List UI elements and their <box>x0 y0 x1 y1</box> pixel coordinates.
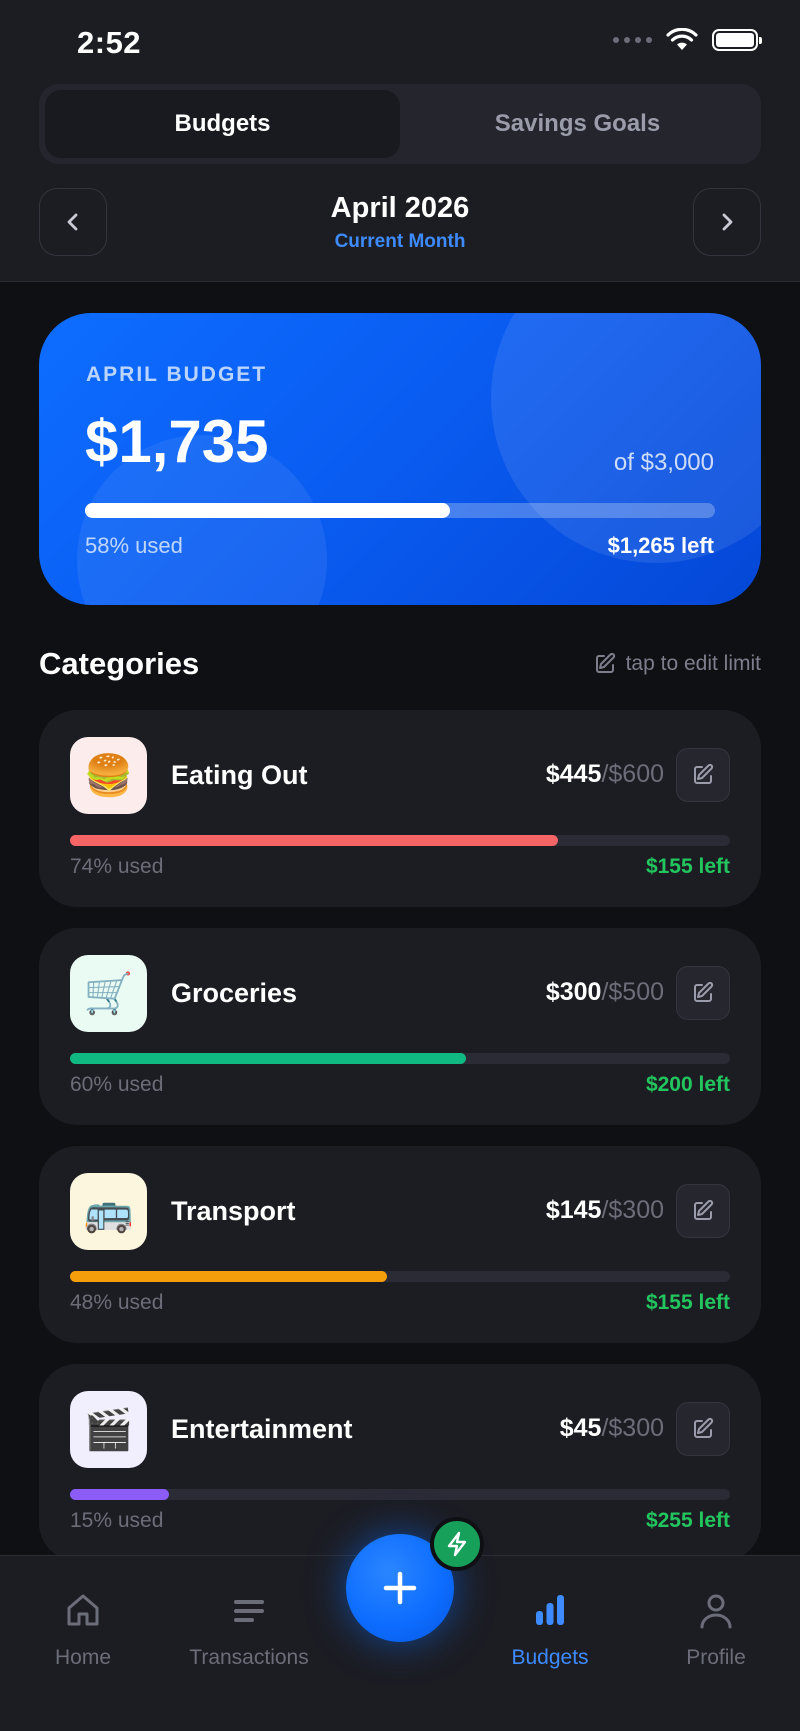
decor-circle <box>491 313 761 563</box>
header: 2:52 Budgets Savings Goals April 2026 Cu… <box>0 0 800 282</box>
budget-summary-card: APRIL BUDGET $1,735 of $3,000 58% used $… <box>39 313 761 605</box>
category-left-text: $155 left <box>645 855 730 878</box>
shopping-cart-icon: 🛒 <box>70 955 147 1032</box>
signal-icon <box>613 37 652 43</box>
wifi-icon <box>666 28 698 50</box>
budget-spent: $1,735 <box>85 408 269 475</box>
tab-profile[interactable]: Profile <box>636 1588 796 1670</box>
category-amount: $45/$300 <box>560 1414 664 1443</box>
category-used-text: 48% used <box>70 1291 164 1314</box>
burger-icon: 🍔 <box>70 737 147 814</box>
edit-limit-hint: tap to edit limit <box>593 652 761 676</box>
category-card-entertainment[interactable]: 🎬 Entertainment $45/$300 15% used $255 l… <box>39 1364 761 1561</box>
tab-savings-goals[interactable]: Savings Goals <box>400 90 755 158</box>
edit-limit-button[interactable] <box>676 1402 730 1456</box>
chevron-right-icon <box>722 213 733 231</box>
budget-used-text: 58% used <box>85 533 183 558</box>
categories-title: Categories <box>39 646 200 681</box>
category-name: Entertainment <box>171 1414 353 1444</box>
edit-icon <box>694 763 714 784</box>
category-spent: $300 <box>545 978 602 1006</box>
category-progress-track <box>70 1489 730 1500</box>
category-limit: /$300 <box>601 1196 664 1224</box>
category-progress-track <box>70 1053 730 1064</box>
budget-progress-fill <box>85 503 451 518</box>
category-left-text: $255 left <box>645 1509 730 1532</box>
tab-transactions[interactable]: Transactions <box>169 1588 329 1670</box>
category-progress-fill <box>70 1271 387 1282</box>
category-limit: /$500 <box>601 978 664 1006</box>
category-limit: /$300 <box>601 1414 664 1442</box>
battery-icon <box>712 29 762 51</box>
budget-progress-track <box>85 503 715 518</box>
user-icon <box>700 1594 732 1629</box>
category-used-text: 15% used <box>70 1509 164 1532</box>
category-progress-track <box>70 1271 730 1282</box>
category-amount: $445/$600 <box>546 760 664 789</box>
month-subtitle: Current Month <box>334 231 466 252</box>
category-amount: $300/$500 <box>546 978 664 1007</box>
tab-label: Home <box>54 1646 112 1669</box>
category-used-text: 74% used <box>70 855 164 878</box>
budget-label: APRIL BUDGET <box>86 363 268 386</box>
status-icons <box>613 28 762 52</box>
category-card-groceries[interactable]: 🛒 Groceries $300/$500 60% used $200 left <box>39 928 761 1125</box>
category-name: Groceries <box>171 978 298 1008</box>
tab-label: Profile <box>686 1646 746 1669</box>
category-progress-track <box>70 835 730 846</box>
tab-budgets[interactable]: Budgets <box>470 1588 630 1670</box>
budget-left-text: $1,265 left <box>607 533 714 558</box>
category-card-eating-out[interactable]: 🍔 Eating Out $445/$600 74% used $155 lef… <box>39 710 761 907</box>
category-name: Eating Out <box>171 760 308 790</box>
edit-limit-hint-text: tap to edit limit <box>625 652 761 675</box>
status-time: 2:52 <box>77 25 142 60</box>
category-progress-fill <box>70 1489 169 1500</box>
bar-chart-icon <box>536 1595 564 1625</box>
category-spent: $145 <box>545 1196 602 1224</box>
category-progress-fill <box>70 835 559 846</box>
category-left-text: $155 left <box>645 1291 730 1314</box>
month-title: April 2026 <box>330 192 470 224</box>
edit-icon <box>694 981 714 1002</box>
plus-icon <box>383 1571 417 1605</box>
next-month-button[interactable] <box>693 188 761 256</box>
category-limit: /$600 <box>601 760 664 788</box>
edit-limit-button[interactable] <box>676 748 730 802</box>
clapperboard-icon: 🎬 <box>70 1391 147 1468</box>
edit-icon <box>694 1199 714 1220</box>
bus-icon: 🚌 <box>70 1173 147 1250</box>
home-icon <box>67 1594 99 1626</box>
budget-total: of $3,000 <box>613 449 714 476</box>
category-spent: $445 <box>545 760 602 788</box>
segmented-control: Budgets Savings Goals <box>39 84 761 164</box>
category-amount: $145/$300 <box>546 1196 664 1225</box>
edit-icon <box>595 652 615 673</box>
quick-add-button[interactable] <box>430 1517 484 1571</box>
tab-home[interactable]: Home <box>3 1588 163 1670</box>
tab-label: Transactions <box>189 1646 309 1669</box>
category-name: Transport <box>171 1196 296 1226</box>
edit-limit-button[interactable] <box>676 1184 730 1238</box>
tab-budgets[interactable]: Budgets <box>45 90 400 158</box>
category-card-transport[interactable]: 🚌 Transport $145/$300 48% used $155 left <box>39 1146 761 1343</box>
category-spent: $45 <box>559 1414 602 1442</box>
category-left-text: $200 left <box>645 1073 730 1096</box>
category-progress-fill <box>70 1053 466 1064</box>
list-icon <box>234 1600 264 1622</box>
edit-limit-button[interactable] <box>676 966 730 1020</box>
category-used-text: 60% used <box>70 1073 164 1096</box>
lightning-icon <box>447 1531 467 1557</box>
tab-label: Budgets <box>511 1646 589 1669</box>
edit-icon <box>694 1417 714 1438</box>
